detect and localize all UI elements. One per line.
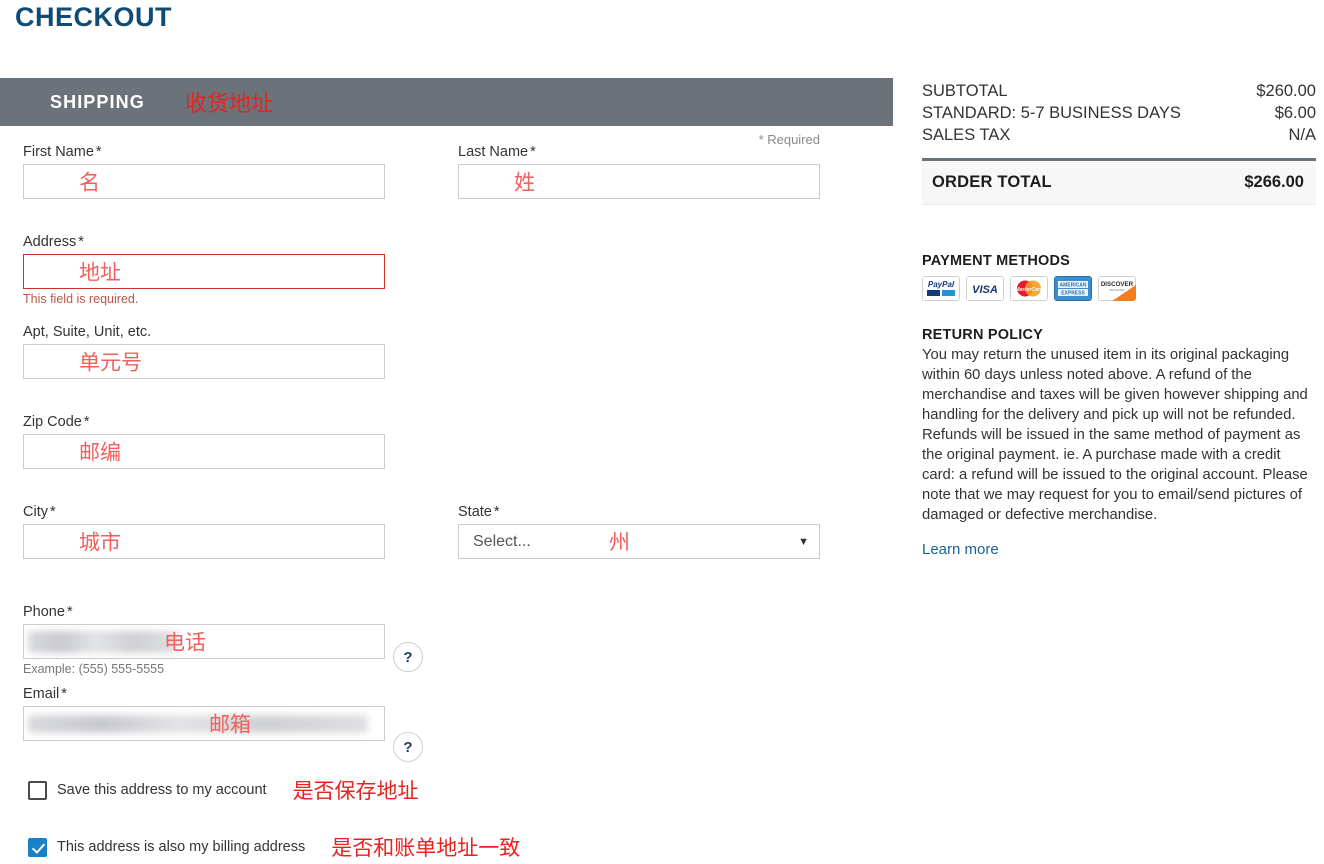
apt-suite-label: Apt, Suite, Unit, etc.: [23, 324, 385, 340]
phone-hint: Example: (555) 555-5555: [23, 662, 385, 676]
subtotal-label: SUBTOTAL: [922, 80, 1008, 102]
svg-text:NETWORK: NETWORK: [1109, 288, 1124, 292]
annotation-shipping-section: 收货地址: [185, 86, 273, 118]
checkbox-row-billing-address[interactable]: This address is also my billing address …: [28, 832, 520, 862]
phone-input[interactable]: 电话: [23, 624, 385, 659]
return-policy-title: RETURN POLICY: [922, 327, 1316, 343]
payment-methods-title: PAYMENT METHODS: [922, 253, 1316, 269]
chevron-down-icon: ▼: [798, 536, 809, 548]
annotation-zip-code: 邮编: [79, 436, 121, 466]
shipping-amount: $6.00: [1275, 102, 1316, 124]
annotation-phone: 电话: [164, 626, 206, 656]
annotation-billing-address: 是否和账单地址一致: [331, 832, 520, 862]
field-phone: Phone* 电话 Example: (555) 555-5555: [23, 604, 385, 676]
email-input[interactable]: 邮箱: [23, 706, 385, 741]
address-error-message: This field is required.: [23, 292, 385, 306]
svg-text:EXPRESS: EXPRESS: [1061, 291, 1085, 297]
zip-code-input[interactable]: 邮编: [23, 434, 385, 469]
checkout-page: CHECKOUT SHIPPING 收货地址 * Required First …: [0, 0, 1324, 864]
annotation-city: 城市: [79, 526, 121, 556]
annotation-state: 州: [609, 526, 630, 556]
first-name-label: First Name*: [23, 144, 385, 160]
payment-methods-list: PayPal VISA MasterCard: [922, 276, 1316, 301]
annotation-apt-suite: 单元号: [79, 346, 142, 376]
address-input[interactable]: 地址: [23, 254, 385, 289]
shipping-method-label: STANDARD: 5-7 BUSINESS DAYS: [922, 102, 1181, 124]
field-state: State* Select... 州 ▼: [458, 504, 820, 559]
field-zip-code: Zip Code* 邮编: [23, 414, 385, 469]
field-address: Address* 地址 This field is required.: [23, 234, 385, 306]
subtotal-amount: $260.00: [1256, 80, 1316, 102]
phone-value-redaction: [28, 631, 178, 653]
billing-address-checkbox[interactable]: [28, 838, 47, 857]
first-name-input[interactable]: 名: [23, 164, 385, 199]
svg-text:AMERICAN: AMERICAN: [1060, 283, 1087, 289]
zip-code-label: Zip Code*: [23, 414, 385, 430]
visa-icon: VISA: [966, 276, 1004, 301]
field-last-name: Last Name* 姓: [458, 144, 820, 199]
city-input[interactable]: 城市: [23, 524, 385, 559]
email-value-redaction: [28, 715, 368, 733]
field-city: City* 城市: [23, 504, 385, 559]
apt-suite-input[interactable]: 单元号: [23, 344, 385, 379]
annotation-last-name: 姓: [514, 166, 535, 196]
page-title: CHECKOUT: [15, 2, 172, 33]
svg-text:MasterCard: MasterCard: [1015, 287, 1043, 293]
sales-tax-label: SALES TAX: [922, 124, 1010, 146]
annotation-save-address: 是否保存地址: [293, 775, 419, 805]
save-address-checkbox[interactable]: [28, 781, 47, 800]
field-apt-suite: Apt, Suite, Unit, etc. 单元号: [23, 324, 385, 379]
address-label: Address*: [23, 234, 385, 250]
shipping-section-label: SHIPPING: [50, 92, 145, 113]
order-total-row: ORDER TOTAL $266.00: [922, 158, 1316, 205]
amex-icon: AMERICAN EXPRESS: [1054, 276, 1092, 301]
annotation-address: 地址: [79, 256, 121, 286]
svg-text:DISCOVER: DISCOVER: [1101, 281, 1134, 288]
sales-tax-amount: N/A: [1288, 124, 1316, 146]
city-label: City*: [23, 504, 385, 520]
paypal-icon: PayPal: [922, 276, 960, 301]
email-help-button[interactable]: ?: [393, 732, 423, 762]
summary-row-shipping: STANDARD: 5-7 BUSINESS DAYS $6.00: [922, 102, 1316, 124]
annotation-first-name: 名: [79, 166, 100, 196]
order-total-label: ORDER TOTAL: [932, 173, 1052, 192]
last-name-input[interactable]: 姓: [458, 164, 820, 199]
question-mark-icon: ?: [403, 649, 412, 666]
annotation-email: 邮箱: [209, 708, 251, 738]
email-label: Email*: [23, 686, 385, 702]
svg-text:PayPal: PayPal: [928, 280, 955, 289]
state-select-placeholder: Select...: [473, 533, 531, 551]
field-first-name: First Name* 名: [23, 144, 385, 199]
summary-row-subtotal: SUBTOTAL $260.00: [922, 80, 1316, 102]
state-select[interactable]: Select... 州 ▼: [458, 524, 820, 559]
billing-address-label: This address is also my billing address: [57, 839, 305, 855]
order-summary: SUBTOTAL $260.00 STANDARD: 5-7 BUSINESS …: [922, 80, 1316, 558]
shipping-section-header: SHIPPING 收货地址: [0, 78, 893, 126]
save-address-label: Save this address to my account: [57, 782, 267, 798]
checkbox-row-save-address[interactable]: Save this address to my account 是否保存地址: [28, 775, 419, 805]
svg-text:VISA: VISA: [972, 284, 998, 296]
phone-help-button[interactable]: ?: [393, 642, 423, 672]
state-label: State*: [458, 504, 820, 520]
phone-label: Phone*: [23, 604, 385, 620]
question-mark-icon: ?: [403, 739, 412, 756]
mastercard-icon: MasterCard: [1010, 276, 1048, 301]
last-name-label: Last Name*: [458, 144, 820, 160]
summary-row-sales-tax: SALES TAX N/A: [922, 124, 1316, 146]
field-email: Email* 邮箱: [23, 686, 385, 741]
learn-more-link[interactable]: Learn more: [922, 541, 1316, 558]
order-total-amount: $266.00: [1244, 173, 1304, 192]
discover-icon: DISCOVER NETWORK: [1098, 276, 1136, 301]
return-policy-body: You may return the unused item in its or…: [922, 345, 1316, 525]
